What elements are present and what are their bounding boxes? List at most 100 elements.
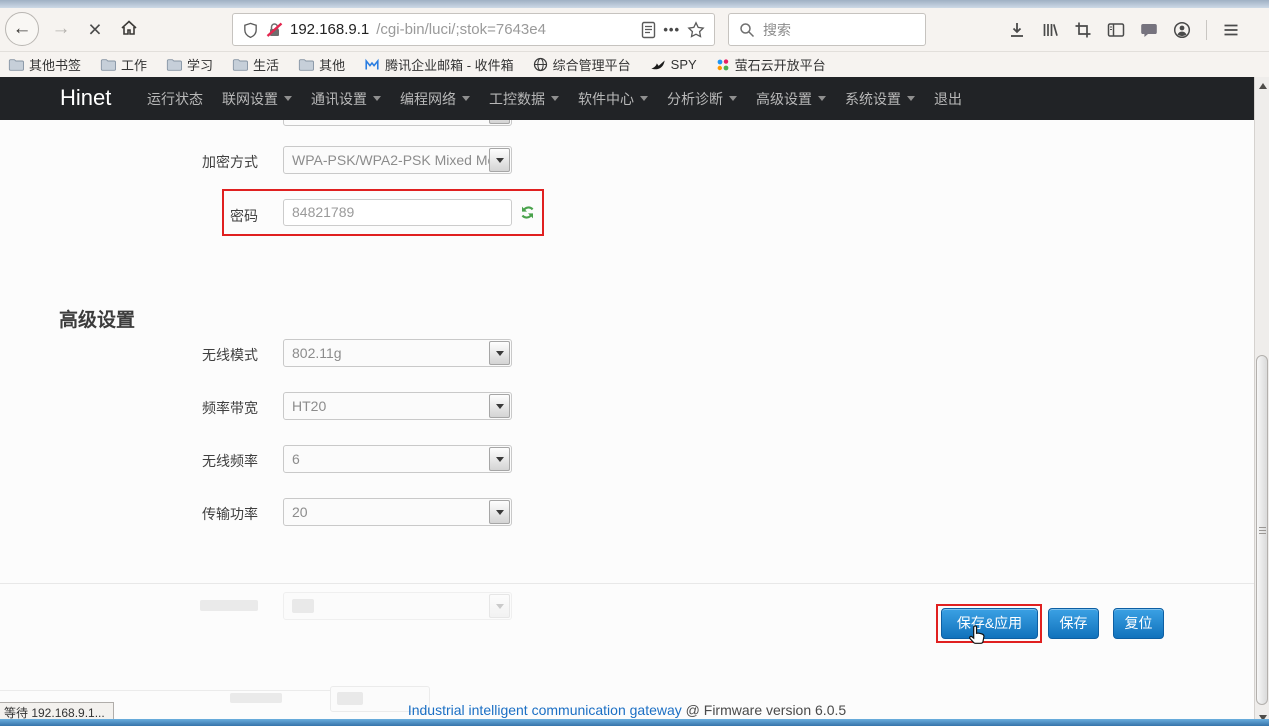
- password-annotation-box: [222, 189, 544, 236]
- nav-run-status[interactable]: 运行状态: [147, 89, 203, 109]
- dropdown-button[interactable]: [489, 500, 510, 524]
- sidebar-toggle-icon[interactable]: [1107, 21, 1125, 39]
- bookmark-ezviz[interactable]: 萤石云开放平台: [716, 55, 826, 74]
- section-divider: [0, 583, 1254, 584]
- search-bar[interactable]: 搜索: [728, 13, 926, 46]
- bookmark-life[interactable]: 生活: [232, 55, 279, 74]
- save-button[interactable]: 保存: [1048, 608, 1099, 639]
- folder-icon: [100, 58, 116, 72]
- url-bar[interactable]: 192.168.9.1 /cgi-bin/luci/;stok=7643e4 •…: [232, 13, 715, 46]
- page-viewport: Hinet 运行状态 联网设置 通讯设置 编程网络 工控数据 软件中心 分析诊断…: [0, 77, 1254, 726]
- chevron-down-icon: [496, 404, 504, 409]
- download-icon[interactable]: [1008, 21, 1026, 39]
- hamburger-menu-icon[interactable]: [1222, 21, 1240, 39]
- search-placeholder: 搜索: [763, 20, 791, 40]
- reader-mode-icon[interactable]: [641, 21, 656, 39]
- nav-advanced-settings[interactable]: 高级设置: [756, 89, 826, 109]
- dropdown-button[interactable]: [489, 341, 510, 365]
- bookmark-star-icon[interactable]: [687, 21, 705, 39]
- bookmark-misc[interactable]: 其他: [298, 55, 345, 74]
- bookmark-mgmt-platform[interactable]: 综合管理平台: [533, 55, 631, 74]
- home-icon: [119, 18, 139, 38]
- globe-icon: [533, 57, 548, 72]
- url-host: 192.168.9.1: [290, 21, 369, 38]
- chevron-down-icon: [373, 96, 381, 101]
- nav-network-settings[interactable]: 联网设置: [222, 89, 292, 109]
- bookmarks-bar: 其他书签 工作 学习 生活 其他 腾讯企业邮箱 - 收件箱 综合管理平台 SP: [0, 52, 1269, 77]
- page-footer: Industrial intelligent communication gat…: [0, 702, 1254, 718]
- screen: ← → × 192.168.9.1 /cgi-b: [0, 0, 1269, 726]
- account-icon[interactable]: [1173, 21, 1191, 39]
- channel-select[interactable]: 6: [283, 445, 512, 473]
- bookmark-label: 工作: [121, 55, 147, 74]
- chevron-down-icon: [496, 158, 504, 163]
- page-actions-icon[interactable]: •••: [663, 22, 680, 37]
- password-label: 密码: [0, 206, 258, 226]
- screenshot-crop-icon[interactable]: [1074, 21, 1092, 39]
- app-menu: 运行状态 联网设置 通讯设置 编程网络 工控数据 软件中心 分析诊断 高级设置 …: [0, 89, 962, 109]
- bookmark-work[interactable]: 工作: [100, 55, 147, 74]
- mouse-cursor-icon: [966, 624, 988, 653]
- bookmark-study[interactable]: 学习: [166, 55, 213, 74]
- nav-programming-network[interactable]: 编程网络: [400, 89, 470, 109]
- chevron-down-icon: [640, 96, 648, 101]
- tx-power-select[interactable]: 20: [283, 498, 512, 526]
- library-icon[interactable]: [1041, 21, 1059, 39]
- chevron-down-icon: [284, 96, 292, 101]
- stop-button[interactable]: ×: [80, 12, 110, 46]
- gateway-link[interactable]: Industrial intelligent communication gat…: [408, 702, 682, 718]
- folder-icon: [8, 58, 24, 72]
- folder-icon: [232, 58, 248, 72]
- scroll-up-arrow[interactable]: [1255, 78, 1269, 93]
- chevron-down-icon: [462, 96, 470, 101]
- ezviz-icon: [716, 58, 730, 72]
- close-icon: ×: [88, 16, 101, 43]
- chevron-down-icon: [907, 96, 915, 101]
- reset-button[interactable]: 复位: [1113, 608, 1164, 639]
- bookmark-label: 腾讯企业邮箱 - 收件箱: [385, 55, 514, 74]
- bookmark-label: 萤石云开放平台: [735, 55, 826, 74]
- dropdown-button[interactable]: [489, 394, 510, 418]
- nav-logout[interactable]: 退出: [934, 89, 962, 109]
- encryption-select[interactable]: WPA-PSK/WPA2-PSK Mixed Mo: [283, 146, 512, 174]
- tracking-shield-icon[interactable]: [242, 21, 259, 39]
- bookmark-tencent-mail[interactable]: 腾讯企业邮箱 - 收件箱: [364, 55, 514, 74]
- ghost-divider: [0, 690, 330, 691]
- tx-power-value: 20: [292, 504, 308, 520]
- forward-arrow-icon: →: [52, 18, 71, 40]
- advanced-settings-heading: 高级设置: [59, 305, 135, 332]
- browser-toolbar: ← → × 192.168.9.1 /cgi-b: [0, 8, 1269, 52]
- dropdown-button[interactable]: [489, 148, 510, 172]
- bookmark-spy[interactable]: SPY: [650, 57, 697, 72]
- bookmark-other-bookmarks[interactable]: 其他书签: [8, 55, 81, 74]
- nav-system-settings[interactable]: 系统设置: [845, 89, 915, 109]
- scrollbar-thumb[interactable]: [1256, 355, 1268, 705]
- search-icon: [739, 22, 755, 38]
- brand-logo[interactable]: Hinet: [60, 85, 111, 111]
- scrollbar[interactable]: [1254, 77, 1269, 726]
- dropdown-button[interactable]: [489, 447, 510, 471]
- messages-bubble-icon[interactable]: [1140, 21, 1158, 39]
- insecure-lock-icon[interactable]: [266, 21, 283, 39]
- firmware-version: @ Firmware version 6.0.5: [686, 702, 846, 718]
- tencent-mail-icon: [364, 58, 380, 72]
- nav-software-center[interactable]: 软件中心: [578, 89, 648, 109]
- encryption-value: WPA-PSK/WPA2-PSK Mixed Mo: [292, 152, 495, 168]
- home-button[interactable]: [114, 11, 144, 45]
- wireless-mode-label: 无线模式: [0, 345, 258, 365]
- toolbar-separator: [1206, 20, 1207, 40]
- channel-value: 6: [292, 451, 300, 467]
- nav-industrial-data[interactable]: 工控数据: [489, 89, 559, 109]
- wireless-mode-select[interactable]: 802.11g: [283, 339, 512, 367]
- save-apply-annotation-box: [936, 604, 1042, 643]
- nav-comm-settings[interactable]: 通讯设置: [311, 89, 381, 109]
- back-button[interactable]: ←: [5, 12, 39, 46]
- bandwidth-select[interactable]: HT20: [283, 392, 512, 420]
- encryption-label: 加密方式: [0, 152, 258, 172]
- app-navbar: Hinet 运行状态 联网设置 通讯设置 编程网络 工控数据 软件中心 分析诊断…: [0, 77, 1254, 120]
- bandwidth-value: HT20: [292, 398, 326, 414]
- nav-analysis-diagnosis[interactable]: 分析诊断: [667, 89, 737, 109]
- forward-button[interactable]: →: [46, 12, 76, 46]
- chevron-down-icon: [551, 96, 559, 101]
- ghost-label: [200, 600, 258, 611]
